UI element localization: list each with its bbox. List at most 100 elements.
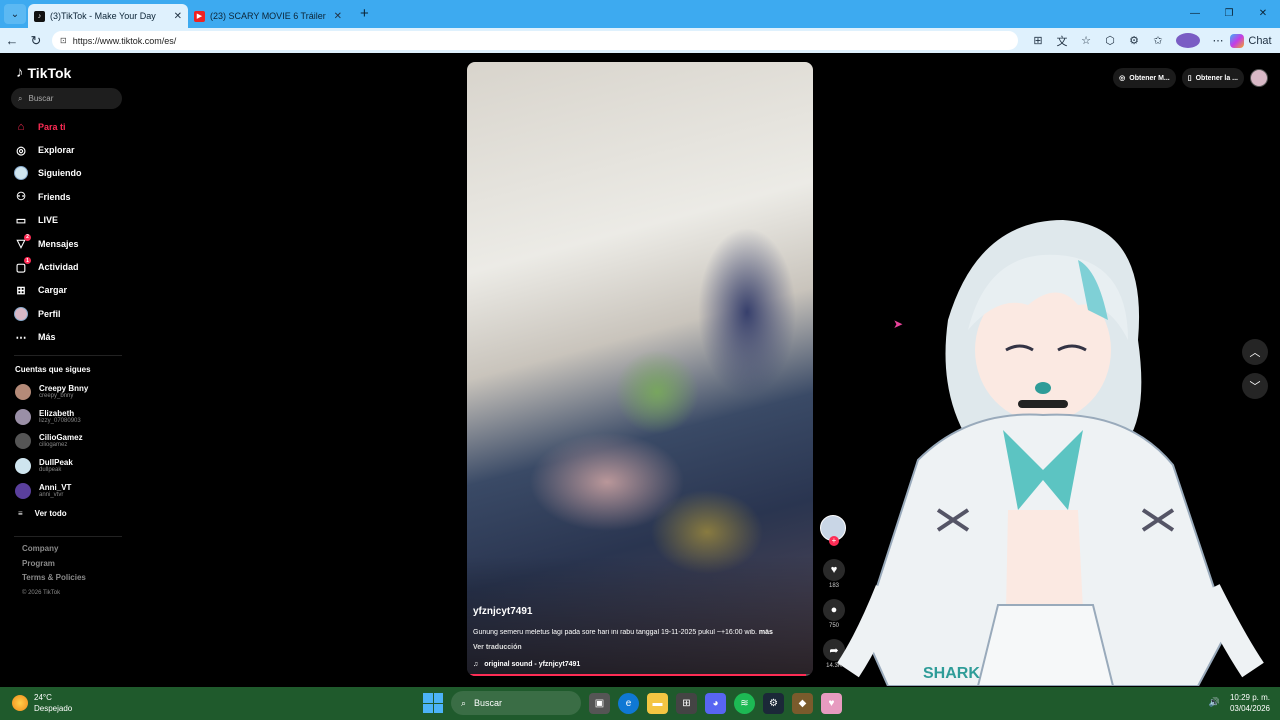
system-clock[interactable]: 10:29 p. m. 03/04/2026 xyxy=(1230,692,1270,714)
comment-action[interactable]: ● 750 xyxy=(820,599,848,629)
extension-icon[interactable]: ⚙ xyxy=(1122,34,1146,47)
heart-icon: ♥ xyxy=(823,559,845,581)
site-info-icon[interactable]: ⊡ xyxy=(60,36,67,45)
task-view-icon[interactable]: ▣ xyxy=(589,692,610,714)
mouse-cursor: ➤ xyxy=(893,317,904,331)
sidebar-item-actividad[interactable]: ▢ 1 Actividad xyxy=(14,255,82,278)
copyright: © 2026 TikTok xyxy=(22,589,61,596)
next-video-button[interactable]: ﹀ xyxy=(1242,373,1268,399)
following-list: Creepy Bnny creepy_bnny Elizabeth lizzy_07… xyxy=(15,380,88,503)
get-coins-button[interactable]: ◎ Obtener M... xyxy=(1113,68,1176,88)
logo-text: TikTok xyxy=(27,64,72,81)
video-actions: + ♥ 183 ● 750 ➦ 14.3K xyxy=(820,515,848,669)
favorite-star-icon[interactable]: ☆ xyxy=(1074,34,1098,47)
favorites-icon[interactable]: ✩ xyxy=(1146,34,1170,47)
follow-plus-icon[interactable]: + xyxy=(829,536,839,546)
get-app-button[interactable]: ▯ Obtener la ... xyxy=(1181,68,1244,88)
sidebar-item-perfil[interactable]: Perfil xyxy=(14,302,82,325)
chevron-up-icon: ︿ xyxy=(1249,347,1261,359)
back-arrow-icon[interactable]: ← xyxy=(0,33,24,48)
taskbar-search-label: Buscar xyxy=(474,698,503,708)
share-action[interactable]: ➦ 14.3K xyxy=(820,639,848,669)
more-options-icon[interactable]: ⋯ xyxy=(1206,34,1230,47)
minimize-button[interactable]: — xyxy=(1178,0,1212,26)
app-available-icon[interactable]: ⊞ xyxy=(1026,34,1050,47)
close-window-button[interactable]: ✕ xyxy=(1246,0,1280,26)
close-tab-icon[interactable]: ✕ xyxy=(334,11,342,22)
steam-icon[interactable]: ⚙ xyxy=(763,692,784,714)
sidebar-item-siguiendo[interactable]: Siguiendo xyxy=(14,162,82,185)
video-player[interactable]: yfznjcyt7491 Gunung semeru meletus lagi … xyxy=(467,62,813,676)
tiktok-note-icon: ♪ xyxy=(16,64,24,81)
following-item[interactable]: DullPeak dullpeak xyxy=(15,454,88,479)
profile-icon xyxy=(14,306,28,321)
friends-icon: ⚇ xyxy=(16,191,26,204)
copilot-chat-button[interactable]: Chat xyxy=(1230,33,1272,48)
creator-avatar[interactable]: + xyxy=(820,515,846,546)
avatar xyxy=(15,482,31,499)
windows-start-icon[interactable] xyxy=(423,693,443,713)
upload-icon: ⊞ xyxy=(16,284,26,297)
see-translation-link[interactable]: Ver traducción xyxy=(473,644,522,651)
tiktok-logo[interactable]: ♪ TikTok xyxy=(16,64,71,81)
like-action[interactable]: ♥ 183 xyxy=(820,559,848,589)
sidebar-item-explorar[interactable]: ◎ Explorar xyxy=(14,138,82,161)
tab-actions-menu-button[interactable]: ⌄ xyxy=(4,4,26,24)
more-icon: ⋯ xyxy=(15,331,27,344)
sidebar-item-mensajes[interactable]: ▽ 2 Mensajes xyxy=(14,232,82,255)
taskbar-apps: ⌕ Buscar ▣ e ▬ ⊞ ◕ ≋ ⚙ ◆ ♥ xyxy=(423,691,842,715)
discord-icon[interactable]: ◕ xyxy=(705,692,726,714)
new-tab-button[interactable]: + xyxy=(360,5,369,22)
tab-tiktok[interactable]: ♪ (3)TikTok - Make Your Day ✕ xyxy=(28,4,188,28)
following-item[interactable]: Creepy Bnny creepy_bnny xyxy=(15,380,88,405)
app-icon[interactable]: ♥ xyxy=(821,692,842,714)
previous-video-button[interactable]: ︿ xyxy=(1242,339,1268,365)
video-progress-fill xyxy=(467,674,807,676)
see-all-button[interactable]: ≡ Ver todo xyxy=(18,509,67,518)
app-icon[interactable]: ◆ xyxy=(792,692,813,714)
volume-icon[interactable]: 🔊 xyxy=(1209,697,1220,708)
account-handle: dullpeak xyxy=(39,467,62,474)
tiktok-icon: ♪ xyxy=(34,10,45,22)
restore-button[interactable]: ❐ xyxy=(1212,0,1246,26)
account-name: DullPeak xyxy=(39,458,73,468)
sidebar-item-mas[interactable]: ⋯ Más xyxy=(14,326,82,349)
nav-label: Actividad xyxy=(38,262,79,273)
refresh-icon[interactable]: ↻ xyxy=(24,33,48,49)
spotify-icon[interactable]: ≋ xyxy=(734,692,755,714)
footer-link-program[interactable]: Program xyxy=(22,557,86,572)
sidebar-item-para-ti[interactable]: ⌂ Para ti xyxy=(14,115,82,138)
video-caption: Gunung semeru meletus lagi pada sore har… xyxy=(473,629,809,636)
browser-profile-icon[interactable] xyxy=(1176,33,1200,48)
user-avatar[interactable] xyxy=(1250,69,1268,87)
nav-label: Explorar xyxy=(38,145,75,156)
file-explorer-icon[interactable]: ▬ xyxy=(647,692,668,714)
caption-more-link[interactable]: más xyxy=(759,629,773,636)
search-input[interactable]: ⌕ Buscar xyxy=(11,88,122,109)
footer-link-company[interactable]: Company xyxy=(22,542,86,557)
sidebar-item-cargar[interactable]: ⊞ Cargar xyxy=(14,279,82,302)
avatar-icon xyxy=(14,166,28,181)
extensions-icon[interactable]: ⬡ xyxy=(1098,34,1122,47)
sidebar-item-live[interactable]: ▭ LIVE xyxy=(14,209,82,232)
avatar xyxy=(15,458,31,475)
video-sound[interactable]: ♫ original sound - yfznjcyt7491 xyxy=(473,661,580,668)
following-item[interactable]: CilioGamez ciliogamez xyxy=(15,429,88,454)
video-progress-bar[interactable] xyxy=(467,674,813,676)
nav-label: Friends xyxy=(38,191,71,202)
following-item[interactable]: Anni_VT anni_vtvr xyxy=(15,478,88,503)
weather-widget[interactable]: 24°C Despejado xyxy=(12,692,72,714)
video-author[interactable]: yfznjcyt7491 xyxy=(473,606,532,617)
close-tab-icon[interactable]: ✕ xyxy=(174,11,182,22)
tab-youtube[interactable]: ▶ (23) SCARY MOVIE 6 Tráiler Español ✕ xyxy=(188,4,348,28)
store-icon[interactable]: ⊞ xyxy=(676,692,697,714)
clock-time: 10:29 p. m. xyxy=(1229,693,1270,702)
edge-icon[interactable]: e xyxy=(618,692,639,714)
account-name: Elizabeth xyxy=(39,408,75,418)
sidebar-item-friends[interactable]: ⚇ Friends xyxy=(14,185,82,208)
translate-icon[interactable]: 文 xyxy=(1050,33,1074,49)
taskbar-search[interactable]: ⌕ Buscar xyxy=(451,691,581,715)
following-item[interactable]: Elizabeth lizzy_07080903 xyxy=(15,405,88,430)
footer-link-terms[interactable]: Terms & Policies xyxy=(22,571,86,586)
url-field[interactable]: ⊡ https://www.tiktok.com/es/ xyxy=(52,31,1018,50)
